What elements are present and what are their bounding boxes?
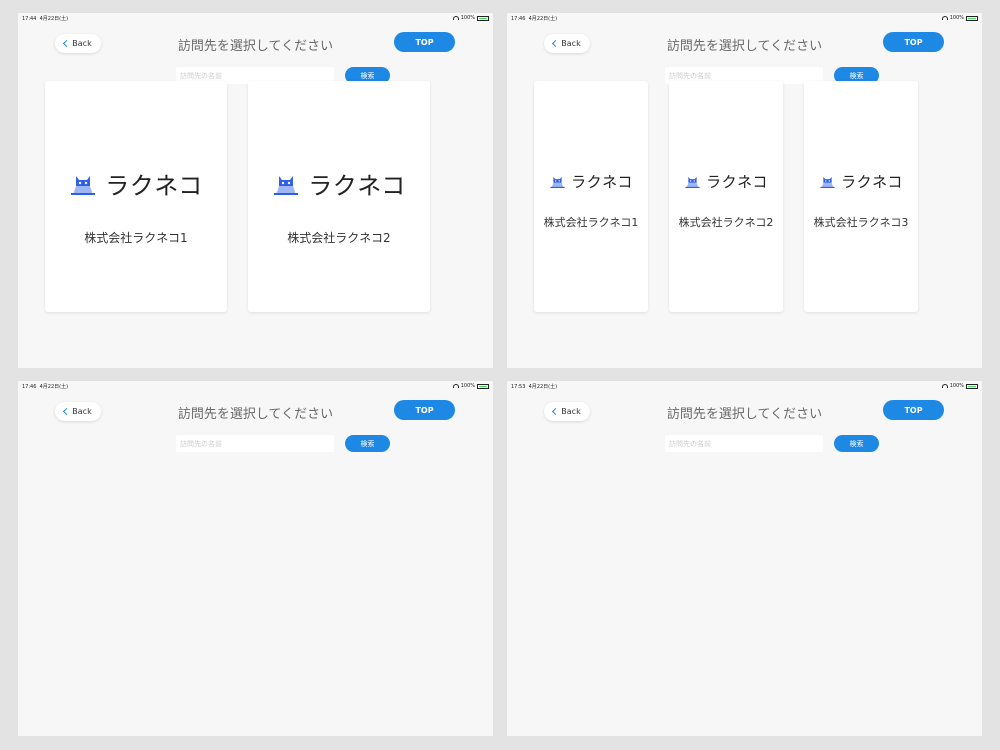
status-right: 100% bbox=[452, 15, 489, 21]
logo-text: ラクネコ bbox=[105, 172, 203, 200]
status-bar: 17:44 4月22日(土) 100% bbox=[18, 13, 493, 23]
battery-percent: 100% bbox=[949, 383, 964, 389]
logo-text: ラクネコ bbox=[308, 172, 406, 200]
battery-percent: 100% bbox=[460, 15, 475, 21]
company-logo: ラクネコ bbox=[804, 171, 918, 192]
status-right: 100% bbox=[941, 15, 978, 21]
battery-icon bbox=[966, 15, 978, 21]
status-time-date: 17:46 4月22日(土) bbox=[22, 384, 69, 390]
search-button[interactable]: 検索 bbox=[834, 435, 879, 452]
screenshot-grid: 17:44 4月22日(土) 100% Back 訪問先を選択してください TO… bbox=[0, 0, 1000, 750]
battery-percent: 100% bbox=[460, 383, 475, 389]
status-bar: 17:53 4月22日(土) 100% bbox=[507, 381, 982, 391]
battery-percent: 100% bbox=[949, 15, 964, 21]
cat-logo-icon bbox=[549, 175, 566, 188]
battery-icon bbox=[966, 383, 978, 389]
search-button[interactable]: 検索 bbox=[345, 435, 390, 452]
cat-logo-icon bbox=[819, 175, 836, 188]
company-logo: ラクネコ bbox=[45, 166, 227, 201]
company-name: 株式会社ラクネコ3 bbox=[813, 216, 909, 229]
company-card[interactable]: ラクネコ 株式会社ラクネコ2 bbox=[248, 81, 430, 312]
battery-icon bbox=[477, 383, 489, 389]
company-name: 株式会社ラクネコ2 bbox=[287, 231, 391, 245]
cat-logo-icon bbox=[69, 173, 97, 195]
status-bar: 17:46 4月22日(土) 100% bbox=[18, 381, 493, 391]
logo-text: ラクネコ bbox=[571, 173, 633, 191]
status-time-date: 17:44 4月22日(土) bbox=[22, 16, 69, 22]
status-bar: 17:46 4月22日(土) 100% bbox=[507, 13, 982, 23]
cat-logo-icon bbox=[684, 175, 701, 188]
status-right: 100% bbox=[452, 383, 489, 389]
company-card[interactable]: ラクネコ 株式会社ラクネコ3 bbox=[804, 81, 918, 312]
company-name: 株式会社ラクネコ1 bbox=[84, 231, 188, 245]
company-card[interactable]: ラクネコ 株式会社ラクネコ1 bbox=[534, 81, 648, 312]
screen-panel-2: 17:46 4月22日(土) 100% Back 訪問先を選択してください TO… bbox=[507, 13, 982, 368]
search-input[interactable]: 訪問先の名前 bbox=[665, 435, 823, 452]
screen-panel-3: 17:46 4月22日(土) 100% Back 訪問先を選択してください TO… bbox=[18, 381, 493, 736]
screen-panel-1: 17:44 4月22日(土) 100% Back 訪問先を選択してください TO… bbox=[18, 13, 493, 368]
company-logo: ラクネコ bbox=[669, 171, 783, 192]
status-time-date: 17:53 4月22日(土) bbox=[511, 384, 558, 390]
company-card[interactable]: ラクネコ 株式会社ラクネコ1 bbox=[45, 81, 227, 312]
wifi-icon bbox=[452, 384, 459, 388]
company-name: 株式会社ラクネコ1 bbox=[543, 216, 639, 229]
top-button[interactable]: TOP bbox=[394, 400, 455, 420]
company-name: 株式会社ラクネコ2 bbox=[678, 216, 774, 229]
battery-icon bbox=[477, 15, 489, 21]
top-button[interactable]: TOP bbox=[883, 400, 944, 420]
company-logo: ラクネコ bbox=[248, 166, 430, 201]
top-button[interactable]: TOP bbox=[883, 32, 944, 52]
screen-panel-4: 17:53 4月22日(土) 100% Back 訪問先を選択してください TO… bbox=[507, 381, 982, 736]
status-right: 100% bbox=[941, 383, 978, 389]
status-time-date: 17:46 4月22日(土) bbox=[511, 16, 558, 22]
search-input[interactable]: 訪問先の名前 bbox=[176, 435, 334, 452]
logo-text: ラクネコ bbox=[841, 173, 903, 191]
wifi-icon bbox=[941, 384, 948, 388]
company-card[interactable]: ラクネコ 株式会社ラクネコ2 bbox=[669, 81, 783, 312]
logo-text: ラクネコ bbox=[706, 173, 768, 191]
wifi-icon bbox=[941, 16, 948, 20]
company-logo: ラクネコ bbox=[534, 171, 648, 192]
top-button[interactable]: TOP bbox=[394, 32, 455, 52]
wifi-icon bbox=[452, 16, 459, 20]
cat-logo-icon bbox=[272, 173, 300, 195]
